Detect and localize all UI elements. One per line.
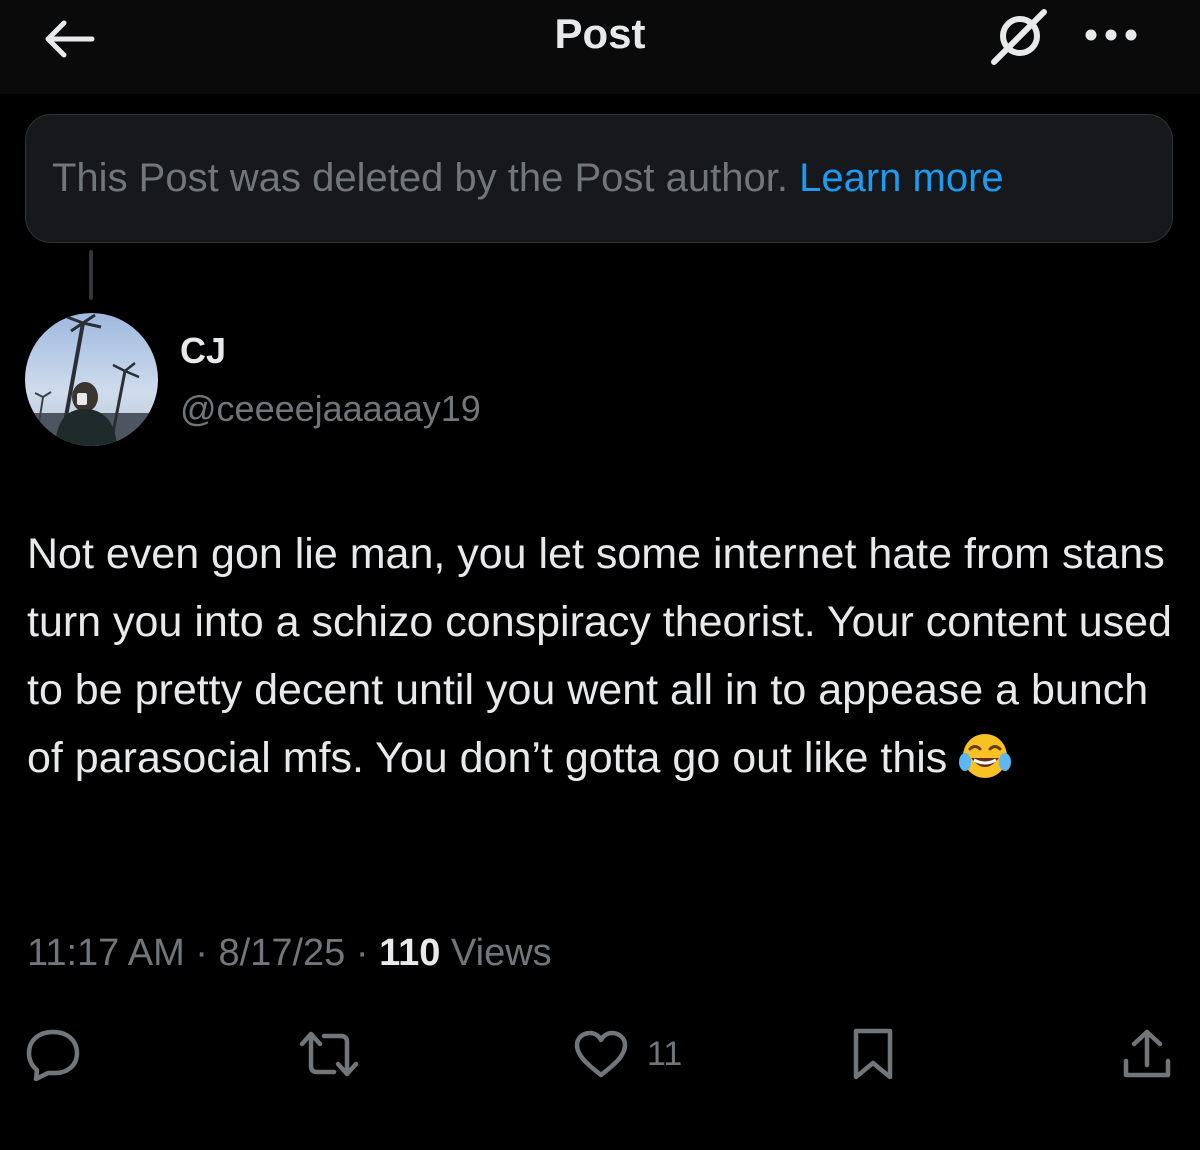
author-display-name[interactable]: CJ [180,330,226,372]
post-body: Not even gon lie man, you let some inter… [27,520,1177,800]
more-options-button[interactable] [1076,12,1146,58]
post-date: 8/17/25 [218,932,346,974]
post-meta: 11:17 AM · 8/17/25 · 110 Views [27,932,552,975]
learn-more-link[interactable]: Learn more [799,156,1004,201]
post-time: 11:17 AM [27,932,185,974]
bookmark-button[interactable] [850,1024,896,1084]
heart-icon [574,1030,628,1078]
deleted-notice-text: This Post was deleted by the Post author… [52,156,800,200]
avatar-photo [25,313,158,446]
thread-connector-line [89,250,93,300]
bookmark-icon [853,1028,893,1080]
avatar[interactable] [25,313,158,446]
face-with-tears-of-joy-icon [959,730,1012,800]
share-icon [1123,1029,1171,1078]
like-count: 11 [647,1034,683,1073]
author-handle[interactable]: @ceeeejaaaaay19 [180,388,481,430]
deleted-post-notice: This Post was deleted by the Post author… [25,114,1173,243]
meta-separator: · [195,932,208,974]
views-count[interactable]: 110 [379,932,440,974]
top-bar: Post [0,0,1200,94]
arrow-left-icon [45,20,95,58]
reply-icon [26,1029,80,1081]
like-button[interactable]: 11 [573,1024,682,1084]
back-button[interactable] [36,12,100,66]
repost-button[interactable] [298,1024,360,1084]
reply-button[interactable] [24,1024,82,1084]
grok-button[interactable] [984,4,1054,70]
more-dots-icon [1085,29,1137,41]
share-button[interactable] [1120,1024,1174,1084]
repost-icon [299,1031,359,1077]
grok-icon [991,9,1047,65]
views-label[interactable]: Views [451,932,552,974]
meta-separator: · [355,932,369,974]
